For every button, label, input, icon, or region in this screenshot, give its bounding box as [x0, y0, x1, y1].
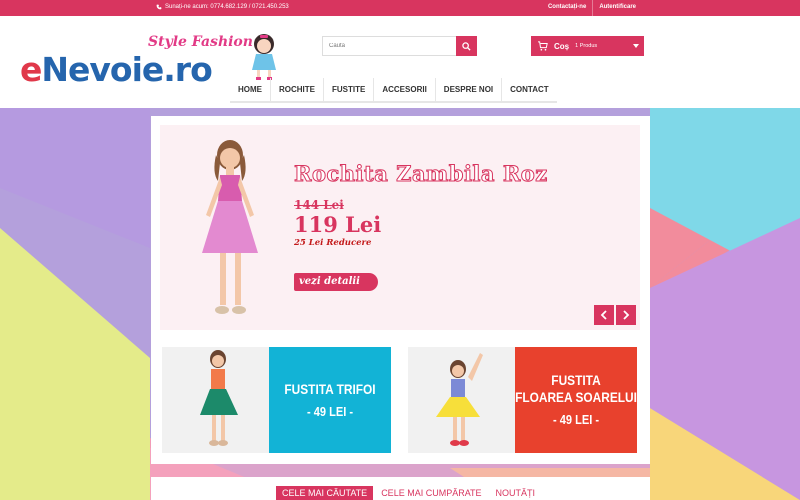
cart-label: Coș	[554, 41, 570, 51]
logo-brand: eNevoie.ro	[20, 50, 213, 89]
top-bar: Sunați-ne acum: 0774.682.129 / 0721.450.…	[0, 0, 800, 16]
top-links: Contactați-ne Autentificare	[542, 0, 642, 16]
product-tabs: CELE MAI CĂUTATE CELE MAI CUMPĂRATE NOUT…	[276, 486, 541, 500]
discount-label: 25 Lei Reducere	[294, 238, 372, 248]
promo-name-line2: FLOAREA SOARELUI	[515, 389, 637, 406]
promo-card[interactable]: FUSTITA FLOAREA SOARELUI - 49 LEI -	[408, 347, 637, 453]
phone-text: Sunați-ne acum: 0774.682.129 / 0721.450.…	[165, 4, 289, 10]
search-button[interactable]	[456, 36, 477, 56]
promo-box-red: FUSTITA FLOAREA SOARELUI - 49 LEI -	[515, 347, 637, 453]
girl-green-skirt-image	[162, 347, 269, 453]
phone-icon	[156, 4, 162, 10]
login-link[interactable]: Autentificare	[592, 0, 642, 16]
header: eNevoie.ro Style Fashion Coș 1 Produs HO…	[0, 16, 800, 108]
nav-contact[interactable]: CONTACT	[501, 78, 557, 101]
slider-next-button[interactable]	[616, 305, 636, 325]
cart-icon	[538, 41, 548, 51]
slider-arrows	[594, 305, 636, 325]
phone-info: Sunați-ne acum: 0774.682.129 / 0721.450.…	[156, 4, 289, 10]
slide-title: Rochita Zambila Roz	[294, 161, 548, 187]
promo-price: - 49 LEI -	[552, 412, 600, 427]
search-icon	[462, 41, 471, 51]
cart-button[interactable]: Coș 1 Produs	[531, 36, 644, 56]
view-details-button[interactable]: vezi detalii	[294, 273, 378, 291]
new-price: 119 Lei	[294, 212, 382, 237]
nav-fustite[interactable]: FUSTITE	[323, 78, 373, 101]
logo-tagline: Style Fashion	[148, 34, 253, 50]
promo-name-line1: FUSTITA	[551, 372, 601, 389]
search-input[interactable]	[322, 36, 456, 56]
cart-count: 1 Produs	[575, 43, 598, 49]
nav-home[interactable]: HOME	[230, 78, 270, 101]
contact-link[interactable]: Contactați-ne	[542, 0, 592, 16]
nav-accesorii[interactable]: ACCESORII	[373, 78, 434, 101]
search-bar	[322, 36, 477, 56]
promo-price: - 49 LEI -	[306, 403, 354, 419]
nav-rochite[interactable]: ROCHITE	[270, 78, 323, 101]
tab-new[interactable]: NOUTĂȚI	[490, 486, 542, 500]
slider-prev-button[interactable]	[594, 305, 614, 325]
tab-most-searched[interactable]: CELE MAI CĂUTATE	[276, 486, 374, 500]
girl-mascot-icon	[252, 34, 276, 80]
promo-name: FUSTITA TRIFOI	[284, 380, 376, 397]
girl-in-pink-dress-image	[202, 140, 258, 314]
promo-box-cyan: FUSTITA TRIFOI - 49 LEI -	[269, 347, 391, 453]
chevron-down-icon	[633, 44, 639, 48]
chevron-right-icon	[623, 310, 630, 320]
chevron-left-icon	[600, 310, 607, 320]
main-nav: HOME ROCHITE FUSTITE ACCESORII DESPRE NO…	[230, 78, 557, 103]
old-price: 144 Lei	[294, 198, 344, 212]
girl-yellow-skirt-image	[408, 347, 515, 453]
tab-best-sellers[interactable]: CELE MAI CUMPĂRATE	[375, 486, 487, 500]
hero-slider[interactable]: Rochita Zambila Roz	[160, 125, 640, 330]
promo-card[interactable]: FUSTITA TRIFOI - 49 LEI -	[162, 347, 391, 453]
nav-despre-noi[interactable]: DESPRE NOI	[434, 78, 501, 101]
